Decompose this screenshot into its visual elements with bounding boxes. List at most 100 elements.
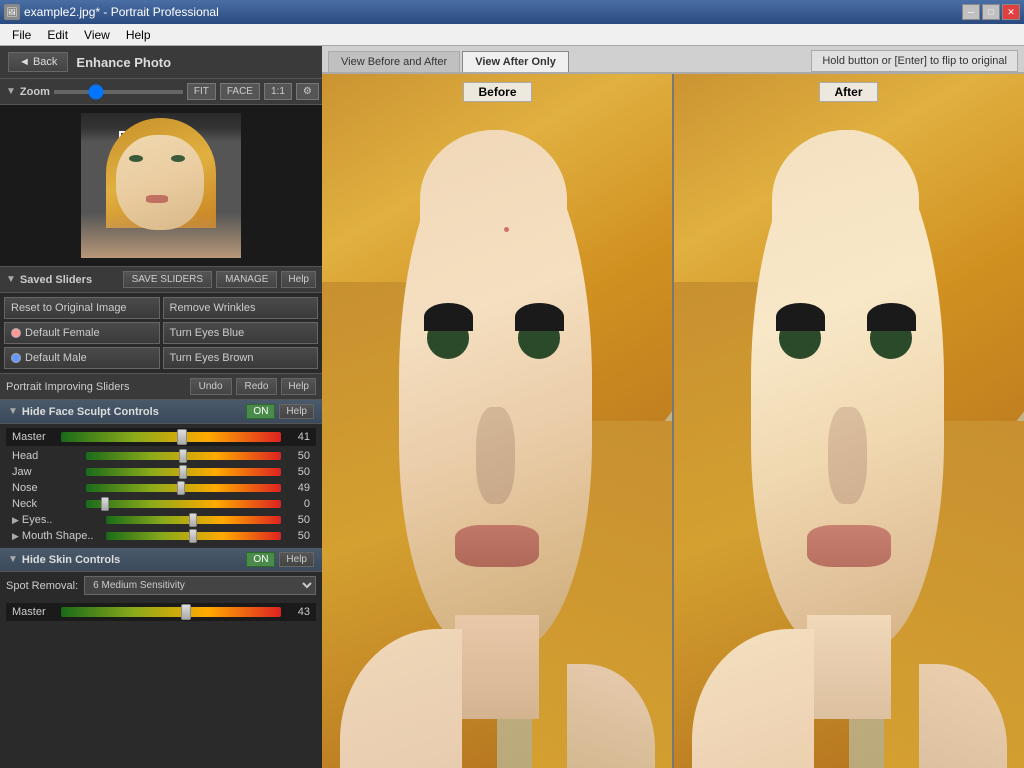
controls-scroll[interactable]: ▼ Hide Face Sculpt Controls ON Help Mast… xyxy=(0,400,322,768)
tab-after-only[interactable]: View After Only xyxy=(462,51,569,72)
title-bar: 🖼 example2.jpg* - Portrait Professional … xyxy=(0,0,1024,24)
jaw-slider-thumb[interactable] xyxy=(179,465,187,479)
tab-before-and-after[interactable]: View Before and After xyxy=(328,51,460,72)
master-label: Master xyxy=(12,431,57,443)
zoom-one-to-one-button[interactable]: 1:1 xyxy=(264,83,292,100)
jaw-slider-row: Jaw 50 xyxy=(6,464,316,480)
head-slider-thumb[interactable] xyxy=(179,449,187,463)
thumbnail-area xyxy=(0,105,322,266)
eyes-expand-icon[interactable]: ▶ xyxy=(12,515,19,526)
head-label: Head xyxy=(12,450,82,462)
neck-value: 0 xyxy=(285,498,310,510)
jaw-slider-track[interactable] xyxy=(86,468,281,476)
redo-button[interactable]: Redo xyxy=(236,378,278,395)
image-view-area: Before After xyxy=(322,74,1024,768)
menu-file[interactable]: File xyxy=(4,26,39,44)
face-sculpt-on-button[interactable]: ON xyxy=(246,404,275,419)
skin-master-slider-track[interactable] xyxy=(61,607,281,617)
presets-grid: Reset to Original Image Remove Wrinkles … xyxy=(0,293,322,373)
mouth-label: ▶ Mouth Shape.. xyxy=(12,530,102,542)
view-hint: Hold button or [Enter] to flip to origin… xyxy=(811,50,1018,72)
save-sliders-button[interactable]: SAVE SLIDERS xyxy=(123,271,213,288)
female-icon xyxy=(11,328,21,338)
zoom-face-button[interactable]: FACE xyxy=(220,83,260,100)
jaw-value: 50 xyxy=(285,466,310,478)
window-controls: ─ □ ✕ xyxy=(962,4,1020,20)
thumbnail[interactable] xyxy=(81,113,241,258)
skin-controls-on-button[interactable]: ON xyxy=(246,552,275,567)
saved-sliders-help-button[interactable]: Help xyxy=(281,271,316,288)
tab-bar: View Before and After View After Only Ho… xyxy=(322,46,1024,74)
eyes-slider-track[interactable] xyxy=(106,516,281,524)
male-icon xyxy=(11,353,21,363)
preset-remove-wrinkles[interactable]: Remove Wrinkles xyxy=(163,297,319,319)
thumbnail-image xyxy=(81,113,241,258)
preset-turn-eyes-blue[interactable]: Turn Eyes Blue xyxy=(163,322,319,344)
spot-removal-select[interactable]: 6 Medium Sensitivity xyxy=(84,576,316,595)
eyes-slider-thumb[interactable] xyxy=(189,513,197,527)
manage-button[interactable]: MANAGE xyxy=(216,271,277,288)
zoom-fit-button[interactable]: FIT xyxy=(187,83,216,100)
face-sculpt-header: ▼ Hide Face Sculpt Controls ON Help xyxy=(0,400,322,424)
face-sculpt-help-button[interactable]: Help xyxy=(279,404,314,419)
preset-default-female[interactable]: Default Female xyxy=(4,322,160,344)
mouth-slider-row: ▶ Mouth Shape.. 50 xyxy=(6,528,316,544)
skin-controls-header: ▼ Hide Skin Controls ON Help xyxy=(0,548,322,572)
saved-sliders-header: ▼ Saved Sliders SAVE SLIDERS MANAGE Help xyxy=(0,266,322,293)
spot-removal-label: Spot Removal: xyxy=(6,580,78,592)
skin-controls-help-button[interactable]: Help xyxy=(279,552,314,567)
zoom-section: ▼ Zoom FIT FACE 1:1 ⚙ xyxy=(0,79,322,105)
face-sculpt-sliders: Master 41 Head 50 Jaw xyxy=(0,424,322,548)
master-slider-row: Master 41 xyxy=(6,428,316,446)
master-slider-thumb[interactable] xyxy=(177,429,187,445)
undo-button[interactable]: Undo xyxy=(190,378,232,395)
jaw-label: Jaw xyxy=(12,466,82,478)
menu-view[interactable]: View xyxy=(76,26,118,44)
nose-slider-row: Nose 49 xyxy=(6,480,316,496)
minimize-button[interactable]: ─ xyxy=(962,4,980,20)
neck-label: Neck xyxy=(12,498,82,510)
app-icon: 🖼 xyxy=(4,4,20,20)
nose-slider-track[interactable] xyxy=(86,484,281,492)
eyes-label: ▶ Eyes.. xyxy=(12,514,102,526)
head-value: 50 xyxy=(285,450,310,462)
preset-reset-original[interactable]: Reset to Original Image xyxy=(4,297,160,319)
maximize-button[interactable]: □ xyxy=(982,4,1000,20)
skin-controls-arrow: ▼ xyxy=(8,554,18,565)
zoom-slider[interactable] xyxy=(54,90,183,94)
window-title: example2.jpg* - Portrait Professional xyxy=(24,5,219,19)
eyes-value: 50 xyxy=(285,514,310,526)
skin-controls-title: Hide Skin Controls xyxy=(22,554,243,566)
skin-master-value: 43 xyxy=(285,606,310,618)
face-sculpt-title: Hide Face Sculpt Controls xyxy=(22,406,243,418)
zoom-settings-button[interactable]: ⚙ xyxy=(296,83,319,100)
preset-turn-eyes-brown[interactable]: Turn Eyes Brown xyxy=(163,347,319,369)
menu-bar: File Edit View Help xyxy=(0,24,1024,46)
head-slider-row: Head 50 xyxy=(6,448,316,464)
skin-master-slider-thumb[interactable] xyxy=(181,604,191,620)
portrait-improving-sliders-header: Portrait Improving Sliders Undo Redo Hel… xyxy=(0,373,322,400)
skin-master-label: Master xyxy=(12,606,57,618)
mouth-expand-icon[interactable]: ▶ xyxy=(12,531,19,542)
zoom-label: Zoom xyxy=(20,86,50,98)
neck-slider-row: Neck 0 xyxy=(6,496,316,512)
head-slider-track[interactable] xyxy=(86,452,281,460)
close-button[interactable]: ✕ xyxy=(1002,4,1020,20)
saved-sliders-arrow: ▼ xyxy=(6,274,16,285)
before-image-panel xyxy=(322,74,672,768)
preset-default-male[interactable]: Default Male xyxy=(4,347,160,369)
nose-slider-thumb[interactable] xyxy=(177,481,185,495)
menu-edit[interactable]: Edit xyxy=(39,26,76,44)
pis-help-button[interactable]: Help xyxy=(281,378,316,395)
skin-master-slider-row: Master 43 xyxy=(6,603,316,621)
panel-header: ◄ Back Enhance Photo xyxy=(0,46,322,79)
mouth-slider-thumb[interactable] xyxy=(189,529,197,543)
master-slider-track[interactable] xyxy=(61,432,281,442)
neck-slider-thumb[interactable] xyxy=(101,497,109,511)
back-button[interactable]: ◄ Back xyxy=(8,52,68,72)
right-panel: View Before and After View After Only Ho… xyxy=(322,46,1024,768)
zoom-arrow: ▼ xyxy=(6,86,16,97)
neck-slider-track[interactable] xyxy=(86,500,281,508)
menu-help[interactable]: Help xyxy=(118,26,159,44)
mouth-slider-track[interactable] xyxy=(106,532,281,540)
